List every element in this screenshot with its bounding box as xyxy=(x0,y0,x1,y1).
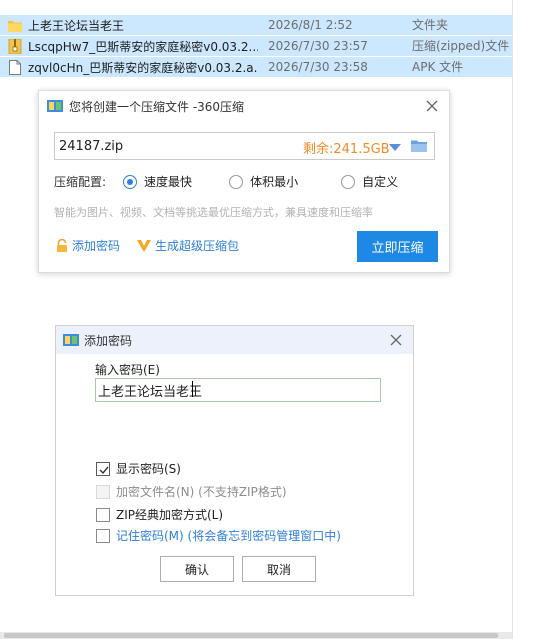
folder-browse-icon[interactable] xyxy=(411,139,427,153)
add-password-link[interactable]: 添加密码 xyxy=(55,237,120,254)
password-dialog-title: 添加密码 xyxy=(84,333,133,348)
radio-custom[interactable]: 自定义 xyxy=(341,173,398,190)
radio-icon[interactable] xyxy=(341,174,356,189)
password-input-label: 输入密码(E) xyxy=(95,363,160,377)
file-type: 文件夹 xyxy=(412,18,449,32)
free-space-label: 剩余:241.5GB xyxy=(303,142,390,157)
config-label: 压缩配置: xyxy=(54,175,107,189)
radio-selected-icon[interactable] xyxy=(123,174,138,189)
add-password-dialog: 添加密码 输入密码(E) 显示密码(S) 加密文件名(N) (不支持ZIP格式)… xyxy=(55,325,414,596)
encrypt-filenames-checkbox-row: 加密文件名(N) (不支持ZIP格式) xyxy=(96,483,287,500)
show-password-checkbox-row[interactable]: 显示密码(S) xyxy=(96,460,181,477)
file-date: 2026/7/30 23:57 xyxy=(268,39,368,53)
compress-dialog-title: 您将创建一个压缩文件 -360压缩 xyxy=(69,99,245,114)
file-name-cell: 上老王论坛当老王 xyxy=(8,15,258,35)
show-password-checkbox[interactable] xyxy=(96,461,110,476)
file-list: 上老王论坛当老王 2026/8/1 2:52 文件夹 LscqpHw7_巴斯蒂安… xyxy=(0,0,512,80)
file-type: 压缩(zipped)文件 xyxy=(412,39,510,53)
radio-fastest[interactable]: 速度最快 xyxy=(123,173,192,190)
super-zip-link[interactable]: 生成超级压缩包 xyxy=(136,237,239,254)
text-caret xyxy=(192,381,193,397)
file-row[interactable]: zqvl0cHn_巴斯蒂安的家庭秘密v0.03.2.a... 2026/7/30… xyxy=(0,57,512,77)
file-date: 2026/7/30 23:58 xyxy=(268,60,368,74)
folder-icon xyxy=(8,20,22,32)
archive-app-icon xyxy=(47,100,63,112)
compression-hint: 智能为图片、视频、文档等挑选最优压缩方式，兼具速度和压缩率 xyxy=(54,206,373,219)
archive-app-icon xyxy=(63,334,79,346)
file-name-cell: LscqpHw7_巴斯蒂安的家庭秘密v0.03.2.... xyxy=(8,36,258,56)
lock-icon xyxy=(57,238,67,252)
compress-now-button[interactable]: 立即压缩 xyxy=(357,231,438,262)
compress-dialog-titlebar: 您将创建一个压缩文件 -360压缩 xyxy=(39,91,449,121)
password-input[interactable] xyxy=(95,378,381,402)
remember-password-checkbox[interactable] xyxy=(96,528,110,543)
compression-config: 压缩配置: 速度最快 体积最小 自定义 xyxy=(54,173,398,190)
vip-icon xyxy=(137,239,151,252)
compress-dialog: 您将创建一个压缩文件 -360压缩 剩余:241.5GB 压缩配置: 速度最快 … xyxy=(38,90,450,273)
ok-button[interactable]: 确认 xyxy=(160,556,234,582)
file-date: 2026/8/1 2:52 xyxy=(268,18,353,32)
file-name-cell: zqvl0cHn_巴斯蒂安的家庭秘密v0.03.2.a... xyxy=(8,57,258,77)
zip-classic-checkbox[interactable] xyxy=(96,507,110,522)
window-edge xyxy=(512,0,513,639)
file-icon xyxy=(9,59,21,75)
zip-file-icon xyxy=(8,38,22,54)
file-type: APK 文件 xyxy=(412,60,464,74)
radio-icon[interactable] xyxy=(229,174,244,189)
zip-classic-checkbox-row[interactable]: ZIP经典加密方式(L) xyxy=(96,506,223,523)
archive-filename-input[interactable] xyxy=(59,136,279,156)
close-icon[interactable] xyxy=(423,97,441,115)
check-icon xyxy=(99,466,109,474)
remember-password-checkbox-row[interactable]: 记住密码(M) (将会备忘到密码管理窗口中) xyxy=(96,527,341,544)
cancel-button[interactable]: 取消 xyxy=(242,556,316,582)
file-row[interactable]: 上老王论坛当老王 2026/8/1 2:52 文件夹 xyxy=(0,15,512,35)
archive-path-field: 剩余:241.5GB xyxy=(54,132,435,160)
chevron-down-icon[interactable] xyxy=(389,144,401,151)
close-icon[interactable] xyxy=(387,331,405,349)
scrollbar-thumb[interactable] xyxy=(4,633,498,638)
radio-smallest[interactable]: 体积最小 xyxy=(229,173,298,190)
password-dialog-titlebar: 添加密码 xyxy=(56,326,413,354)
file-row[interactable]: LscqpHw7_巴斯蒂安的家庭秘密v0.03.2.... 2026/7/30 … xyxy=(0,36,512,56)
encrypt-filenames-checkbox xyxy=(96,484,110,499)
